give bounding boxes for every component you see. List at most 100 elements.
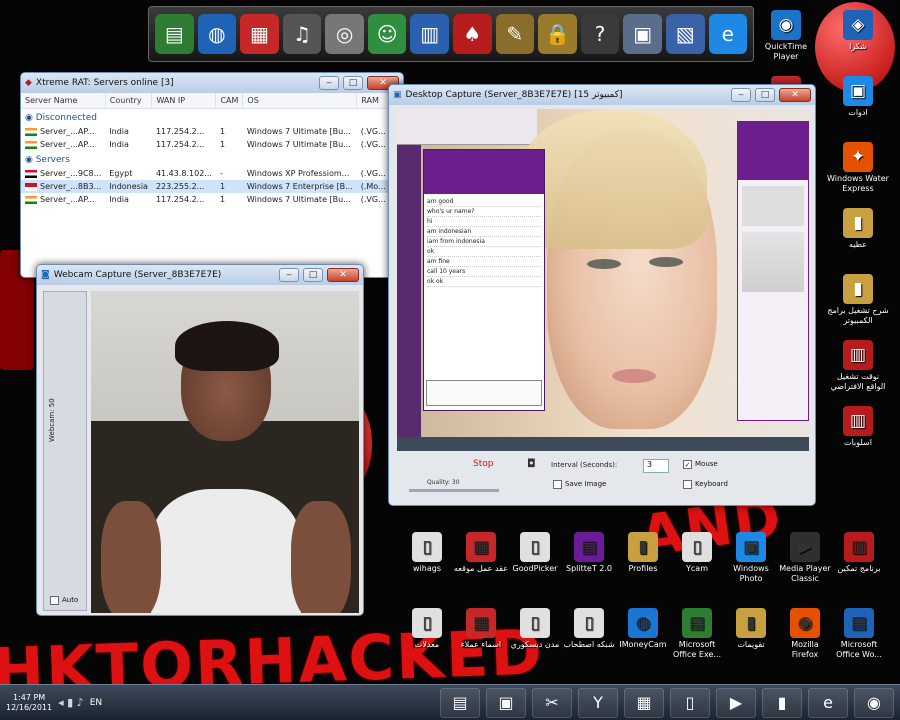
save-image-checkbox[interactable]	[553, 480, 562, 489]
chat-line: hi	[427, 217, 541, 227]
chat-line: who's ur name?	[427, 207, 541, 217]
column-header[interactable]: CAM	[215, 93, 244, 109]
desktop-icon[interactable]: ▶ Media Player Classic	[778, 532, 832, 584]
desktop-icon[interactable]: ▥ نوقت تشغيل الواقع الافتراضي	[827, 340, 889, 392]
archive-icon[interactable]: ▥	[410, 14, 450, 54]
maximize-button[interactable]: □	[755, 88, 775, 102]
desktop-icon[interactable]: ▮ Profiles	[616, 532, 670, 574]
system-clock[interactable]: 1:47 PM 12/16/2011	[6, 693, 52, 713]
rat-window-titlebar[interactable]: ◆ Xtreme RAT: Servers online [3] ‒ □ ✕	[21, 73, 403, 93]
film-reel-icon[interactable]: ◎	[325, 14, 364, 54]
column-header[interactable]: OS	[242, 93, 358, 109]
photo-taskbar-icon[interactable]: ▦	[624, 687, 664, 718]
desktop-icon[interactable]: ▮ شرح تشغيل برامج الكمبيوتر	[827, 274, 889, 326]
desktop-window-titlebar[interactable]: ▣ Desktop Capture (Server_8B3E7E7E) [كمب…	[389, 85, 815, 105]
explorer-icon[interactable]: ▤	[155, 14, 194, 54]
maximize-button[interactable]: □	[303, 268, 323, 282]
interval-input[interactable]: 3	[643, 459, 669, 473]
column-header[interactable]: Country	[105, 93, 153, 109]
webcam-window-titlebar[interactable]: ◙ Webcam Capture (Server_8B3E7E7E) ‒ □ ✕	[37, 265, 363, 285]
help-icon[interactable]: ?	[580, 14, 620, 54]
desktop-icon[interactable]: ▣ ادوات	[827, 76, 889, 118]
desktop-icon[interactable]: ◈ شكرا	[827, 10, 889, 52]
yahoo-taskbar-icon[interactable]: Y	[578, 687, 618, 718]
lock-icon[interactable]: 🔒	[538, 14, 577, 54]
keyboard-checkbox[interactable]	[683, 480, 692, 489]
editor-icon[interactable]: ✎	[495, 14, 535, 54]
minimize-button[interactable]: ‒	[319, 76, 339, 90]
server-row[interactable]: Server_...AP... India 117.254.2... 1 Windows…	[21, 138, 403, 151]
mouse-checkbox[interactable]: ✓	[683, 460, 692, 469]
desktop-icon[interactable]: ▥ اسلوبات	[827, 406, 889, 448]
chat-input[interactable]	[426, 380, 542, 406]
ie-taskbar-icon[interactable]: e	[808, 687, 848, 718]
cell-ip: 117.254.2...	[155, 140, 205, 149]
desktop-icon[interactable]: ▦ اسماء عملاء	[454, 608, 508, 650]
desktop-icon[interactable]: ▯ Ycam	[670, 532, 724, 574]
maximize-button[interactable]: □	[343, 76, 363, 90]
column-header[interactable]: Server Name	[21, 93, 106, 109]
document-taskbar-icon[interactable]: ▯	[670, 687, 710, 718]
group-name: Disconnected	[35, 113, 97, 123]
notepad-icon[interactable]: ▦	[240, 14, 279, 54]
stop-button[interactable]: Stop	[473, 459, 493, 469]
capture-controls: Stop ◘ Interval (Seconds): 3 ✓ Mouse Sav…	[397, 453, 809, 501]
close-button[interactable]: ✕	[779, 88, 811, 102]
minimize-button[interactable]: ‒	[279, 268, 299, 282]
headphones-icon[interactable]: ♫	[282, 14, 322, 54]
desktop-icon[interactable]: ▯ GoodPicker	[508, 532, 562, 574]
desktop-icon[interactable]: ◍ IMoneyCam	[616, 608, 670, 650]
desktop-icon[interactable]: ▯ مدن ديسكوري	[508, 608, 562, 650]
desktop-icon[interactable]: ▯ شبكه اصطحاب	[562, 608, 616, 650]
column-header[interactable]: RAM	[356, 93, 391, 109]
messenger-icon[interactable]: ☺	[367, 14, 407, 54]
cell-ram: (.VG...	[360, 195, 386, 204]
person-arm-right	[291, 501, 351, 613]
minimize-button[interactable]: ‒	[731, 88, 751, 102]
group-row[interactable]: ◉ Servers	[21, 151, 403, 167]
desktop-icon[interactable]: ▣ Windows Photo	[724, 532, 778, 584]
office-icon[interactable]: ▧	[665, 14, 705, 54]
notepad-taskbar-icon[interactable]: ▤	[440, 687, 480, 718]
group-row[interactable]: ◉ Disconnected	[21, 109, 403, 126]
desktop-icon[interactable]: ▤ Microsoft Office Exe...	[670, 608, 724, 660]
photo-icon[interactable]: ▣	[623, 14, 662, 54]
cell-country: Egypt	[109, 169, 133, 178]
tools-taskbar-icon[interactable]: ✂	[532, 687, 572, 718]
server-row[interactable]: Server_...AP... India 117.254.2... 1 Windows…	[21, 193, 403, 206]
column-header[interactable]: WAN IP	[151, 93, 217, 109]
quality-slider[interactable]	[409, 489, 499, 492]
desktop-icon[interactable]: ◉ QuickTime Player	[755, 10, 817, 62]
group-icon: ◉	[25, 113, 36, 123]
desktop-icon[interactable]: ◉ Mozilla Firefox	[778, 608, 832, 660]
start-orb-icon[interactable]: ◉	[854, 687, 894, 718]
desktop-icon[interactable]: ▤ SplitteT 2.0	[562, 532, 616, 574]
desktop-icon[interactable]: ✦ Windows Water Express	[827, 142, 889, 194]
desktop-icon[interactable]: ▯ معدلات	[400, 608, 454, 650]
desktop-icon-label: شكرا	[849, 42, 867, 51]
media-taskbar-icon[interactable]: ▶	[716, 687, 756, 718]
auto-checkbox[interactable]	[50, 596, 59, 605]
ie-icon[interactable]: e	[708, 14, 748, 54]
server-row[interactable]: Server_...8B3... Indonesia 223.255.2... 1 Wi…	[21, 180, 403, 193]
desktop-icon-glyph: ▯	[682, 532, 712, 562]
tray-icons[interactable]: ◂ ▮ ♪	[58, 696, 84, 709]
chat-window: am good who's ur name? hi am indonesian iam …	[423, 149, 545, 411]
desktop-icon[interactable]: ▦ عقد عمل موقعه	[454, 532, 508, 574]
server-row[interactable]: Server_...9C8... Egypt 41.43.8.102... - Wind…	[21, 167, 403, 180]
language-indicator[interactable]: EN	[90, 698, 102, 708]
xtreme-rat-taskbar-icon[interactable]: ▣	[486, 687, 526, 718]
desktop-icon-glyph: ▤	[682, 608, 712, 638]
desktop-icon[interactable]: ▥ برنامج تمكين	[832, 532, 886, 574]
cards-icon[interactable]: ♠	[453, 14, 492, 54]
desktop-icon[interactable]: ▮ عطيه	[827, 208, 889, 250]
desktop-icon[interactable]: ▤ Microsoft Office Wo...	[832, 608, 886, 660]
folder-taskbar-icon[interactable]: ▮	[762, 687, 802, 718]
server-row[interactable]: Server_...AP... India 117.254.2... 1 Windows…	[21, 125, 403, 138]
camera-icon[interactable]: ◘	[527, 457, 536, 470]
desktop-icon[interactable]: ▯ wihags	[400, 532, 454, 574]
desktop-icon[interactable]: ▮ تقويمات	[724, 608, 778, 650]
close-button[interactable]: ✕	[327, 268, 359, 282]
globe-icon[interactable]: ◍	[197, 14, 237, 54]
desktop-icon-label: مدن ديسكوري	[510, 640, 560, 649]
